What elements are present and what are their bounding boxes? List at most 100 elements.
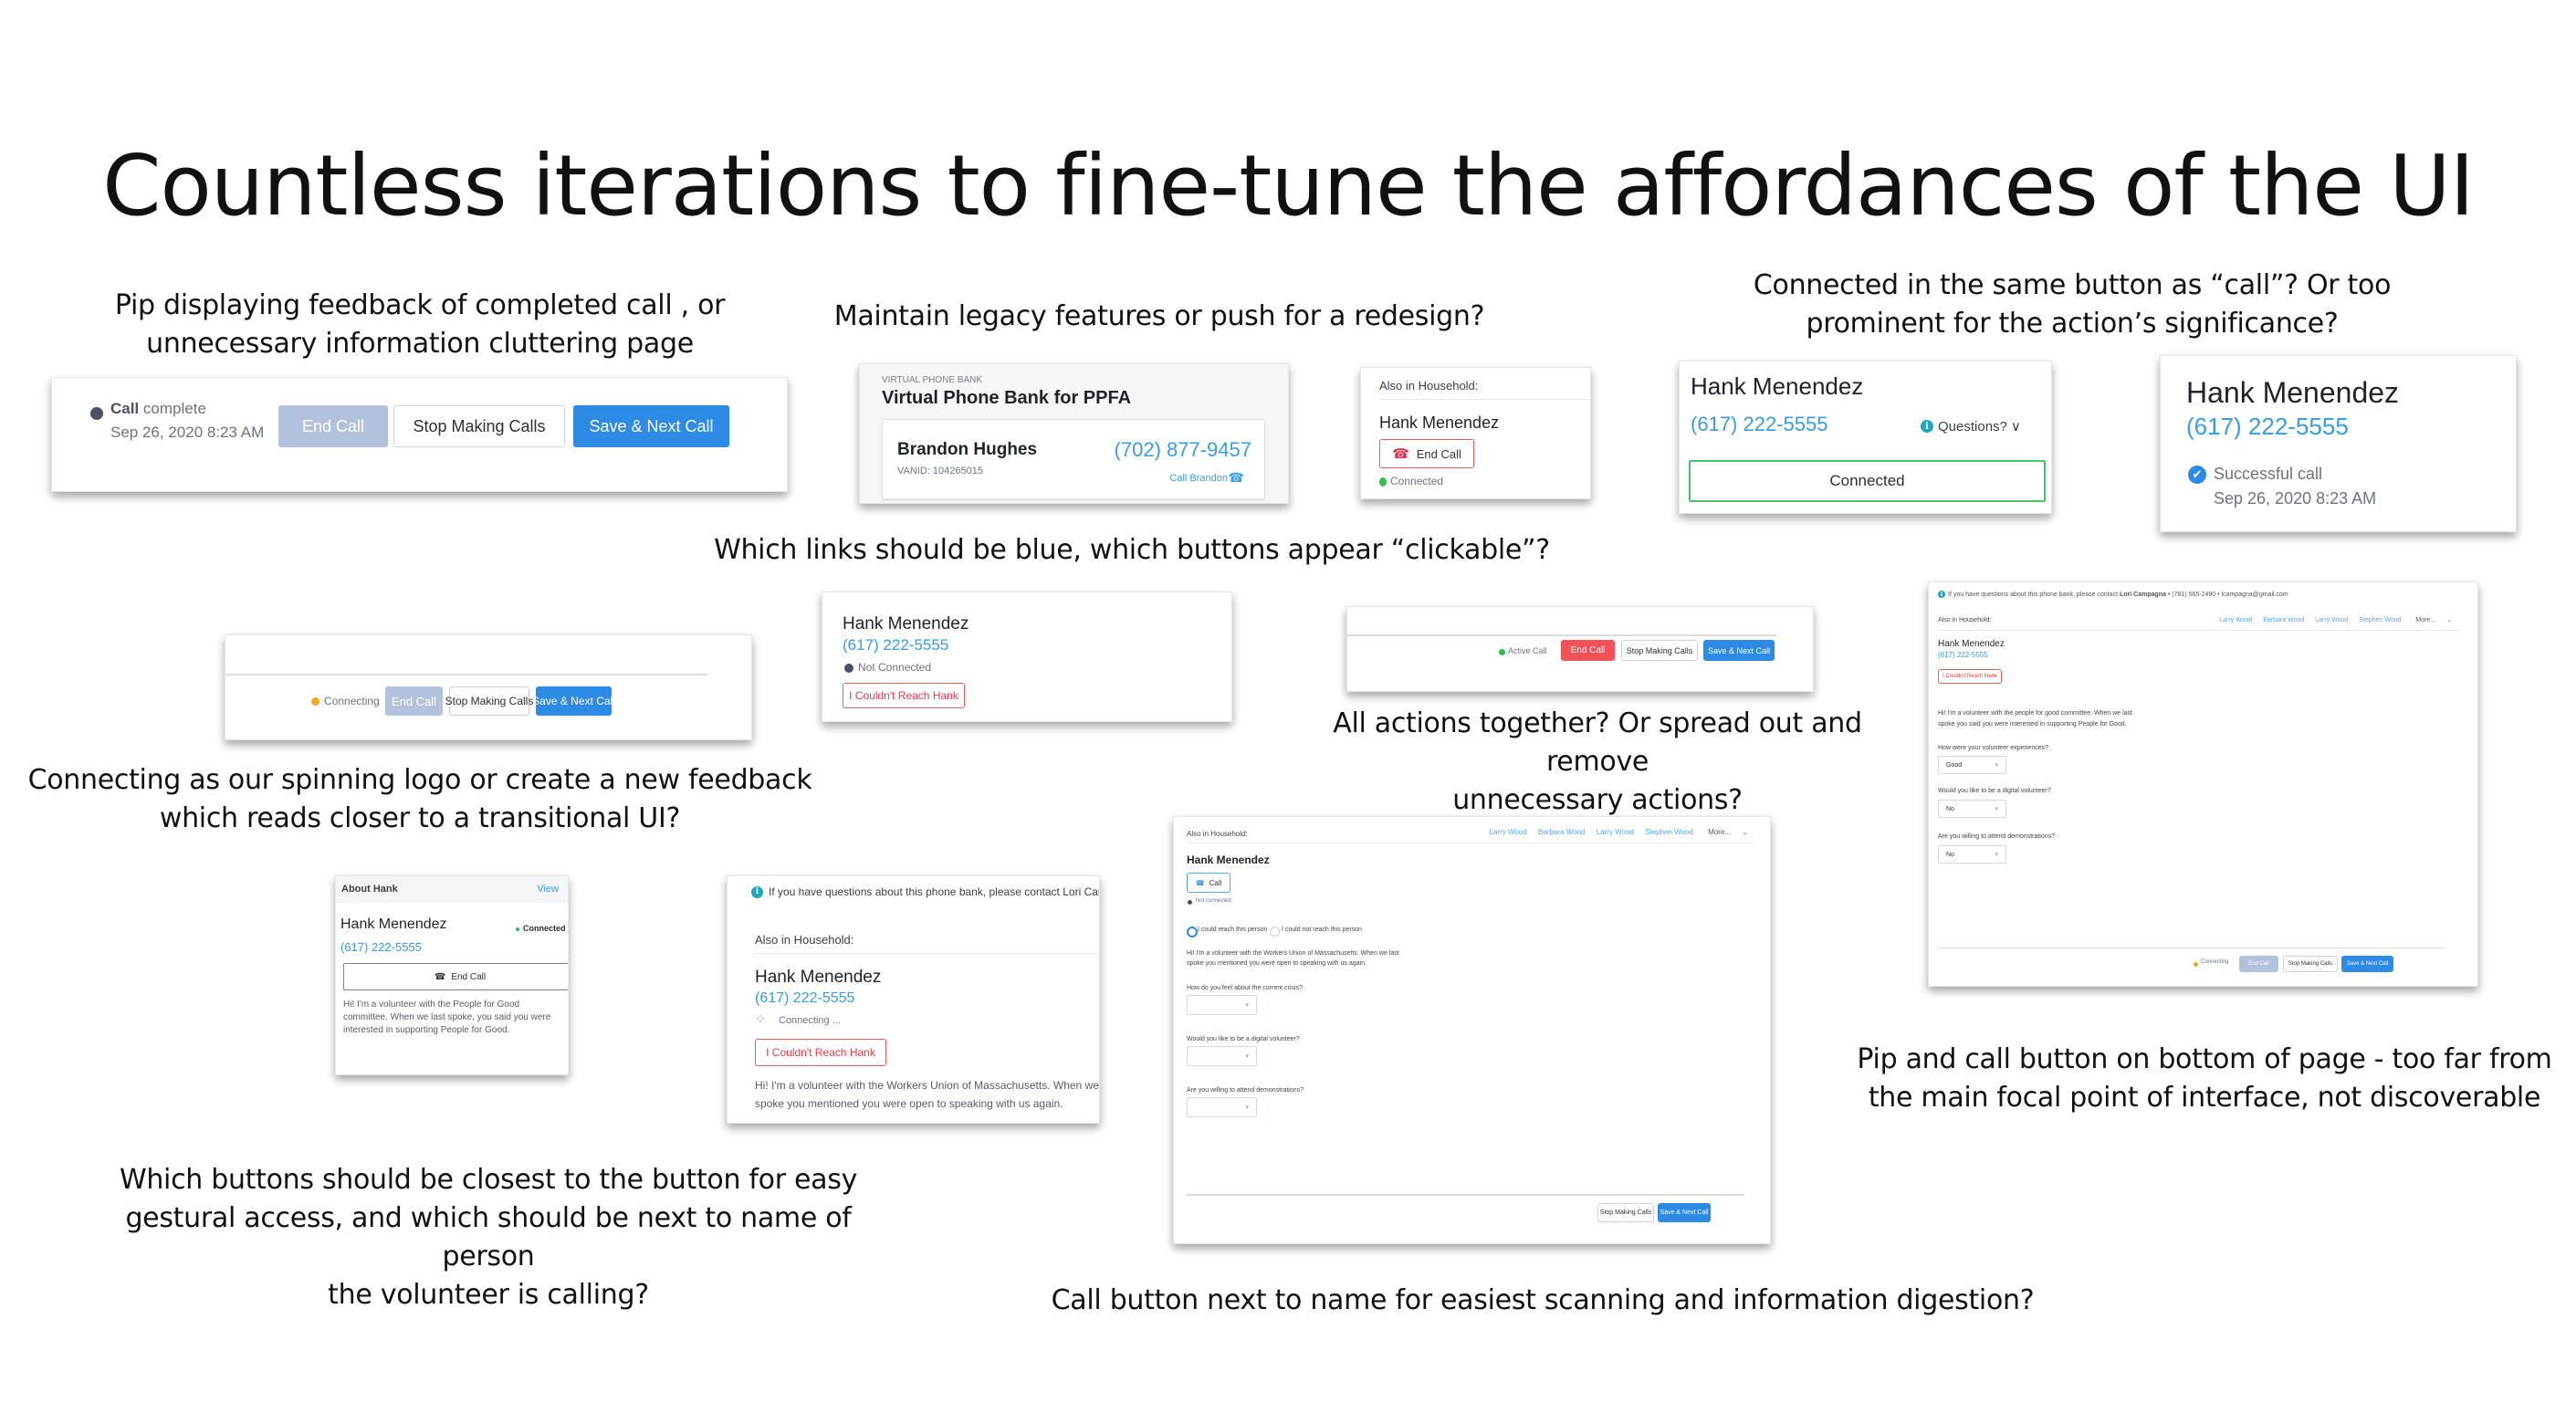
caption-line: Call button next to name for easiest sca…	[1051, 1284, 2035, 1316]
caption-connecting-logo: Connecting as our spinning logo or creat…	[18, 761, 822, 838]
caption-gestural: Which buttons should be closest to the b…	[91, 1161, 885, 1314]
save-next-call-button[interactable]: Save & Next Call	[1658, 1203, 1711, 1222]
household-member-link[interactable]: Larry Wood	[2219, 617, 2252, 623]
contact-phone-link[interactable]: (617) 222-5555	[1938, 651, 1988, 659]
radio-reached-label: I could reach this person	[1198, 927, 1268, 933]
end-call-button[interactable]: End Call	[278, 405, 388, 447]
answer-select[interactable]: ▾	[1187, 995, 1257, 1015]
contact-email[interactable]: lcampagna@gmail.com	[2222, 592, 2288, 598]
view-link[interactable]: View	[537, 884, 559, 895]
answer-select[interactable]: ▾	[1187, 1097, 1257, 1117]
contact-name: Brandon Hughes	[897, 440, 1038, 459]
caption-line: which reads closer to a transitional UI?	[159, 802, 681, 834]
page-title: Countless iterations to fine-tune the af…	[102, 137, 2474, 235]
call-complete-pip-panel: Call complete Sep 26, 2020 8:23 AM End C…	[51, 377, 788, 492]
phone-icon: ☎	[1228, 470, 1244, 485]
end-call-button[interactable]: ☎ End Call	[1379, 439, 1474, 468]
status-dot-icon	[1188, 900, 1192, 905]
not-connected-panel: Hank Menendez (617) 222-5555 Not Connect…	[822, 592, 1232, 722]
contact-phone-link[interactable]: (617) 222-5555	[755, 990, 854, 1007]
info-icon: i	[1921, 420, 1933, 433]
connected-button[interactable]: Connected	[1689, 460, 2046, 502]
stop-making-calls-button[interactable]: Stop Making Calls	[1621, 640, 1698, 661]
end-call-button[interactable]: End Call	[385, 686, 443, 716]
phone-bank-heading: Virtual Phone Bank for PPFA	[882, 388, 1132, 408]
answer-select[interactable]: ▾	[1187, 1046, 1257, 1066]
question-label: Are you willing to attend demonstrations…	[1938, 833, 2056, 840]
couldnt-reach-button[interactable]: I Couldn't Reach Hank	[1938, 669, 2002, 684]
more-household-button[interactable]: More...	[1708, 828, 1731, 836]
dropdown-arrow-icon: ▾	[1995, 852, 1998, 858]
household-member-link[interactable]: Stephen Wood	[1645, 828, 1693, 836]
status-dot-icon	[844, 664, 853, 673]
more-household-button[interactable]: More...	[2415, 617, 2435, 623]
info-text: If you have questions about this phone b…	[1948, 591, 2119, 598]
contact-phone-link[interactable]: (702) 877-9457	[1115, 438, 1251, 462]
divider	[1187, 1194, 1744, 1196]
household-label: Also in Household:	[1379, 379, 1479, 393]
radio-not-reached[interactable]	[1270, 927, 1280, 937]
save-next-call-button[interactable]: Save & Next Call	[573, 405, 729, 447]
contact-phone-link[interactable]: (617) 222-5555	[340, 940, 422, 954]
dropdown-arrow-icon: ▾	[1245, 1002, 1249, 1009]
stop-making-calls-button[interactable]: Stop Making Calls	[393, 405, 565, 447]
caption-line: the volunteer is calling?	[328, 1279, 649, 1311]
end-call-button[interactable]: ☎ End Call	[343, 963, 568, 990]
household-member-link[interactable]: Barbara Wood	[1538, 828, 1585, 836]
household-member-link[interactable]: Larry Wood	[1490, 828, 1527, 836]
save-next-call-button[interactable]: Save & Next Call	[532, 686, 615, 716]
stop-making-calls-button[interactable]: Stop Making Calls	[1597, 1203, 1654, 1222]
contact-phone-link[interactable]: (617) 222-5555	[843, 636, 948, 654]
call-status: Connecting	[324, 695, 380, 707]
call-status: Active Call	[1508, 646, 1547, 655]
household-member-link[interactable]: Stephen Wood	[2359, 617, 2401, 623]
call-button[interactable]: ☎ Call	[1187, 873, 1230, 893]
call-contact-link[interactable]: Call Brandon	[1169, 473, 1228, 484]
contact-phone-link[interactable]: (617) 222-5555	[1691, 413, 1827, 436]
end-call-button[interactable]: End Call	[1561, 640, 1615, 661]
household-member-link[interactable]: Larry Wood	[2315, 617, 2348, 623]
radio-reached[interactable]	[1187, 927, 1198, 937]
call-script: Hi! I'm a volunteer with the Workers Uni…	[1187, 950, 1399, 967]
household-member-link[interactable]: Barbara Wood	[2263, 617, 2304, 623]
stop-making-calls-button[interactable]: Stop Making Calls	[445, 686, 533, 716]
info-icon: i	[751, 885, 763, 898]
caption-actions-together: All actions together? Or spread out and …	[1278, 705, 1917, 820]
contact-phone-link[interactable]: (617) 222-5555	[2186, 413, 2349, 441]
household-label: Also in Household:	[1187, 830, 1248, 838]
full-page-middle-panel: Also in Household: Larry Wood Barbara Wo…	[1173, 816, 1771, 1244]
couldnt-reach-button[interactable]: I Couldn't Reach Hank	[843, 683, 965, 708]
call-status: Call complete	[110, 400, 206, 418]
spinner-icon: ⁘	[755, 1011, 766, 1026]
contact-vanid: VANID: 104265015	[897, 466, 983, 476]
call-timestamp: Sep 26, 2020 8:23 AM	[2214, 489, 2377, 508]
divider	[225, 674, 707, 675]
chevron-down-icon: ⌄	[2446, 617, 2452, 623]
call-status: Connected	[1390, 475, 1444, 487]
save-next-call-button[interactable]: Save & Next Call	[2341, 956, 2393, 972]
connected-button-panel: Hank Menendez (617) 222-5555 i Questions…	[1679, 361, 2052, 514]
chevron-down-icon: ⌄	[1742, 828, 1748, 836]
save-next-call-button[interactable]: Save & Next Call	[1703, 640, 1775, 661]
contact-name: Hank Menendez	[1187, 853, 1270, 866]
answer-select[interactable]: No ▾	[1938, 845, 2006, 864]
chevron-down-icon: ∨	[2010, 419, 2021, 435]
end-call-button[interactable]: End Call	[2239, 956, 2278, 972]
connected-dot-icon	[516, 927, 519, 931]
answer-select[interactable]: No ▾	[1938, 800, 2006, 818]
contact-name: Hank Menendez	[843, 614, 969, 633]
check-circle-icon: ✔	[2188, 466, 2206, 484]
couldnt-reach-button[interactable]: I Couldn't Reach Hank	[755, 1039, 886, 1066]
contact-name: Hank Menendez	[340, 916, 447, 932]
end-call-label: End Call	[451, 971, 487, 982]
contact-name: Hank Menendez	[2186, 376, 2400, 409]
call-status-bold: Call	[110, 400, 140, 417]
question-label: Would you like to be a digital volunteer…	[1938, 788, 2051, 794]
stop-making-calls-button[interactable]: Stop Making Calls	[2283, 956, 2338, 972]
call-status-rest: complete	[142, 400, 206, 417]
household-member-link[interactable]: Larry Wood	[1597, 828, 1634, 836]
contact-name: Hank Menendez	[1691, 372, 1864, 400]
questions-dropdown[interactable]: i Questions? ∨	[1921, 418, 2021, 435]
answer-select[interactable]: Good ▾	[1938, 756, 2006, 774]
household-label: Also in Household:	[1938, 617, 1992, 623]
